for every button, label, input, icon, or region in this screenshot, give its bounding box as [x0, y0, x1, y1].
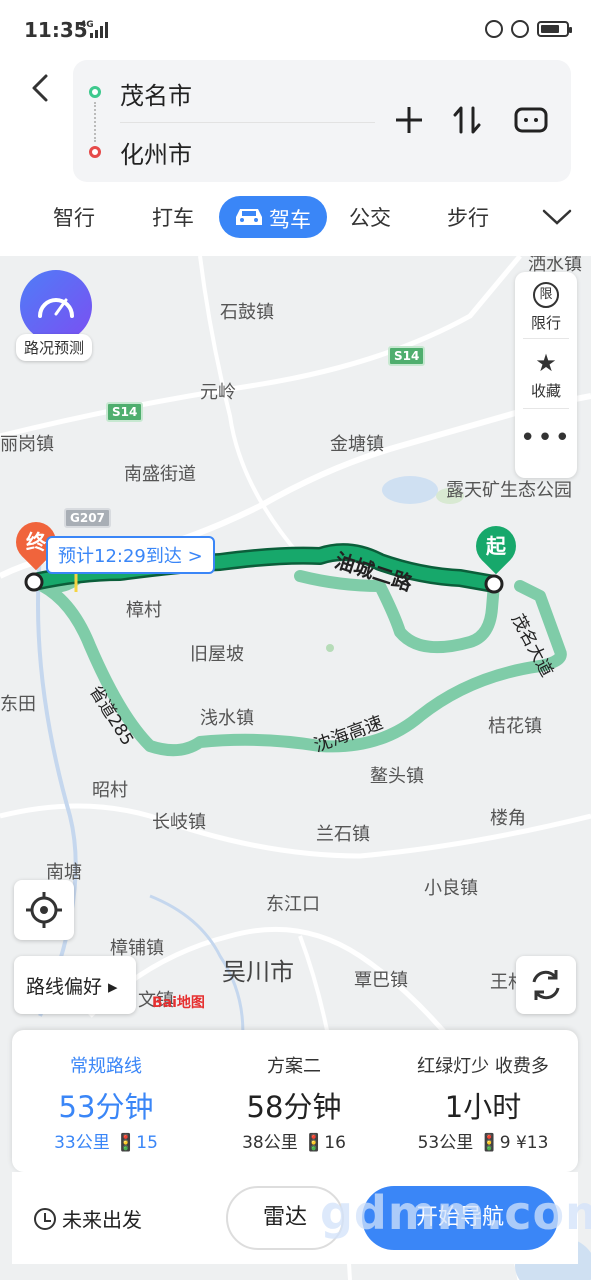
place-label: 兰石镇 — [316, 824, 370, 845]
place-label: 浅水镇 — [200, 708, 254, 729]
place-label: 露天矿生态公园 — [446, 480, 572, 501]
plan-option-2[interactable]: 方案二 58分钟 38公里 🚦16 — [200, 1030, 388, 1172]
start-navigation-button[interactable]: 开始导航 — [362, 1186, 558, 1250]
origin-field[interactable]: 茂名市 — [120, 76, 192, 111]
star-icon: ★ — [535, 349, 557, 377]
baidu-logo: Bai地图 — [152, 995, 205, 1011]
city-label: 吴川市 — [222, 958, 294, 986]
place-label: 丽岗镇 — [0, 434, 54, 455]
place-label: 元岭 — [200, 382, 236, 403]
route-input-box: 茂名市 化州市 — [73, 60, 571, 182]
back-button[interactable] — [26, 70, 56, 106]
more-options-icon[interactable] — [513, 102, 549, 138]
place-label: 石鼓镇 — [220, 302, 274, 323]
refresh-icon — [532, 970, 560, 1000]
location-icon — [511, 20, 529, 38]
highway-shield: S14 — [106, 402, 144, 422]
bottom-action-bar: 未来出发 雷达 开始导航 — [12, 1172, 578, 1264]
tab-drive[interactable]: 驾车 — [219, 196, 327, 238]
travel-mode-tabs: 智行 打车 驾车 公交 步行 — [0, 196, 591, 246]
restriction-icon: 限 — [533, 282, 559, 308]
battery-icon — [537, 21, 572, 37]
tab-drive-label: 驾车 — [269, 208, 311, 232]
status-time: 11:35 — [24, 18, 88, 42]
refresh-button[interactable] — [516, 956, 576, 1014]
tab-taxi[interactable]: 打车 — [152, 202, 194, 232]
swap-icon[interactable] — [449, 102, 485, 138]
future-departure-button[interactable]: 未来出发 — [34, 1204, 142, 1233]
place-label: 楼角 — [490, 808, 526, 829]
eta-bubble[interactable]: 预计12:29到达 > — [46, 536, 215, 574]
place-label: 东江口 — [266, 894, 320, 915]
destination-field[interactable]: 化州市 — [120, 135, 192, 170]
speedometer-icon — [38, 298, 74, 318]
plan-option-3[interactable]: 红绿灯少 收费多 1小时 53公里 🚦9 ¥13 — [388, 1030, 578, 1172]
more-icon[interactable]: ••• — [515, 425, 577, 451]
tab-transit[interactable]: 公交 — [349, 202, 391, 232]
end-dot-icon — [89, 146, 101, 158]
chevron-down-icon[interactable] — [540, 206, 574, 228]
tab-walk[interactable]: 步行 — [447, 202, 489, 232]
add-waypoint-icon[interactable] — [391, 102, 427, 138]
clock-icon — [34, 1207, 56, 1230]
caret-right-icon: ▸ — [102, 976, 118, 998]
traffic-forecast-button[interactable] — [20, 270, 92, 342]
place-label: 桔花镇 — [488, 716, 542, 737]
traffic-restriction-button[interactable]: 限 限行 — [515, 282, 577, 333]
start-dot-icon — [89, 86, 101, 98]
locate-button[interactable] — [14, 880, 74, 940]
plan-option-1[interactable]: 常规路线 53分钟 33公里 🚦15 — [12, 1030, 200, 1172]
place-label: 旧屋坡 — [190, 644, 244, 665]
route-plans-card: 常规路线 53分钟 33公里 🚦15 方案二 58分钟 38公里 🚦16 红绿灯… — [12, 1030, 578, 1172]
place-label: 长岐镇 — [152, 812, 206, 833]
map-side-panel: 限 限行 ★ 收藏 ••• — [515, 272, 577, 478]
place-label: 覃巴镇 — [354, 970, 408, 991]
traffic-forecast-label[interactable]: 路况预测 — [16, 334, 93, 361]
place-label: 金塘镇 — [330, 434, 384, 455]
place-label: 昭村 — [92, 780, 128, 801]
place-label: 南盛街道 — [124, 464, 196, 485]
signal-icon — [90, 22, 108, 38]
place-label: 鳌头镇 — [370, 766, 424, 787]
crosshair-icon — [26, 892, 62, 928]
radar-button[interactable]: 雷达 — [226, 1186, 344, 1250]
car-icon — [236, 209, 262, 225]
highway-shield: G207 — [64, 508, 111, 528]
place-label: 樟村 — [126, 600, 162, 621]
place-label: 小良镇 — [424, 878, 478, 899]
start-marker[interactable]: 起 — [467, 517, 525, 575]
status-bar: 11:35 4G — [0, 0, 591, 60]
lock-rotation-icon — [485, 20, 503, 38]
favorite-button[interactable]: ★ 收藏 — [515, 350, 577, 401]
route-preference-button[interactable]: 路线偏好 ▸ — [14, 956, 136, 1014]
tab-smart[interactable]: 智行 — [53, 202, 95, 232]
place-label: 东田 — [0, 694, 36, 715]
highway-shield: S14 — [388, 346, 426, 366]
